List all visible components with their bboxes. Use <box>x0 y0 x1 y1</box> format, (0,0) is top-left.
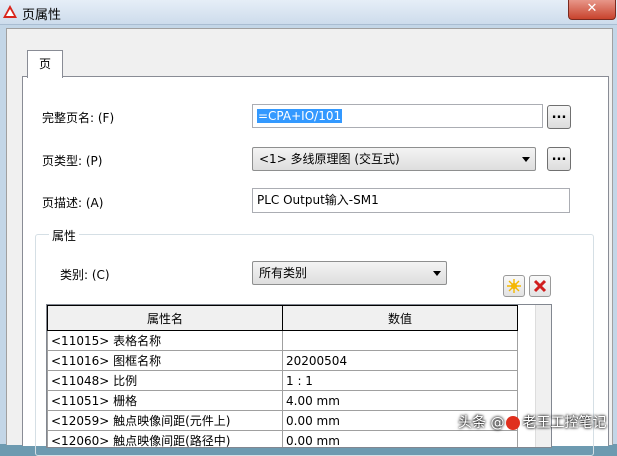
column-header-name[interactable]: 属性名 <box>47 305 283 331</box>
property-value-cell[interactable]: 0.00 mm <box>282 430 518 447</box>
table-row[interactable]: <11015> 表格名称 <box>47 330 518 351</box>
watermark-logo-icon <box>506 416 521 430</box>
property-name-cell[interactable]: <12060> 触点映像间距(路径中) <box>47 430 283 447</box>
full-name-label: 完整页名: (F) <box>42 111 115 125</box>
table-header-row: 属性名 数值 <box>47 305 518 331</box>
category-select[interactable]: 所有类别 <box>252 261 447 285</box>
watermark-at: @ <box>490 415 505 431</box>
delete-property-button[interactable] <box>529 275 551 297</box>
table-row[interactable]: <12060> 触点映像间距(路径中) 0.00 mm <box>47 430 518 447</box>
watermark: 头条 @ 老王工控笔记 <box>458 412 606 432</box>
property-name-cell[interactable]: <12059> 触点映像间距(元件上) <box>47 410 283 431</box>
page-desc-label: 页描述: (A) <box>42 196 104 210</box>
full-name-value: =CPA+IO/101 <box>257 109 343 123</box>
dialog-client: 页 完整页名: (F) =CPA+IO/101 ... 页类型: (P) <1>… <box>6 28 613 456</box>
new-property-button[interactable] <box>503 275 525 297</box>
page-type-label: 页类型: (P) <box>42 154 103 168</box>
table-row[interactable]: <11051> 栅格 4.00 mm <box>47 390 518 411</box>
dialog-window: 页属性 ✕ 页 完整页名: (F) =CPA+IO/101 ... 页类型: (… <box>0 0 617 456</box>
table-row[interactable]: <11048> 比例 1 : 1 <box>47 370 518 391</box>
warning-triangle-icon <box>3 5 17 18</box>
table-row[interactable]: <12059> 触点映像间距(元件上) 0.00 mm <box>47 410 518 431</box>
tab-panel: 完整页名: (F) =CPA+IO/101 ... 页类型: (P) <1> 多… <box>22 76 609 456</box>
watermark-prefix: 头条 <box>458 415 486 431</box>
property-value-cell[interactable]: 20200504 <box>282 350 518 371</box>
property-name-cell[interactable]: <11048> 比例 <box>47 370 283 391</box>
window-title: 页属性 <box>22 8 62 23</box>
properties-group-title: 属性 <box>49 227 80 244</box>
full-name-browse-button[interactable]: ... <box>547 105 571 129</box>
category-value: 所有类别 <box>259 266 308 280</box>
chevron-down-icon <box>522 157 530 162</box>
page-type-select[interactable]: <1> 多线原理图 (交互式) <box>252 147 536 171</box>
chevron-down-icon <box>433 271 441 276</box>
table-row[interactable]: <11016> 图框名称 20200504 <box>47 350 518 371</box>
property-name-cell[interactable]: <11051> 栅格 <box>47 390 283 411</box>
category-label: 类别: (C) <box>60 268 110 282</box>
tab-page[interactable]: 页 <box>27 50 63 78</box>
sparkle-new-icon <box>507 279 521 293</box>
close-button[interactable]: ✕ <box>568 0 616 20</box>
property-name-cell[interactable]: <11015> 表格名称 <box>47 330 283 351</box>
page-type-browse-button[interactable]: ... <box>547 147 571 171</box>
column-header-value[interactable]: 数值 <box>282 305 518 331</box>
property-value-cell[interactable] <box>282 330 518 351</box>
full-name-input[interactable]: =CPA+IO/101 <box>252 104 543 128</box>
title-bar[interactable]: 页属性 ✕ <box>0 0 617 25</box>
page-type-value: <1> 多线原理图 (交互式) <box>259 152 400 166</box>
red-x-icon <box>533 279 547 293</box>
page-desc-input[interactable]: PLC Output输入-SM1 <box>252 188 570 213</box>
page-desc-value: PLC Output输入-SM1 <box>257 193 379 207</box>
property-value-cell[interactable]: 4.00 mm <box>282 390 518 411</box>
watermark-name: 老王工控笔记 <box>522 415 607 431</box>
property-value-cell[interactable]: 1 : 1 <box>282 370 518 391</box>
property-name-cell[interactable]: <11016> 图框名称 <box>47 350 283 371</box>
